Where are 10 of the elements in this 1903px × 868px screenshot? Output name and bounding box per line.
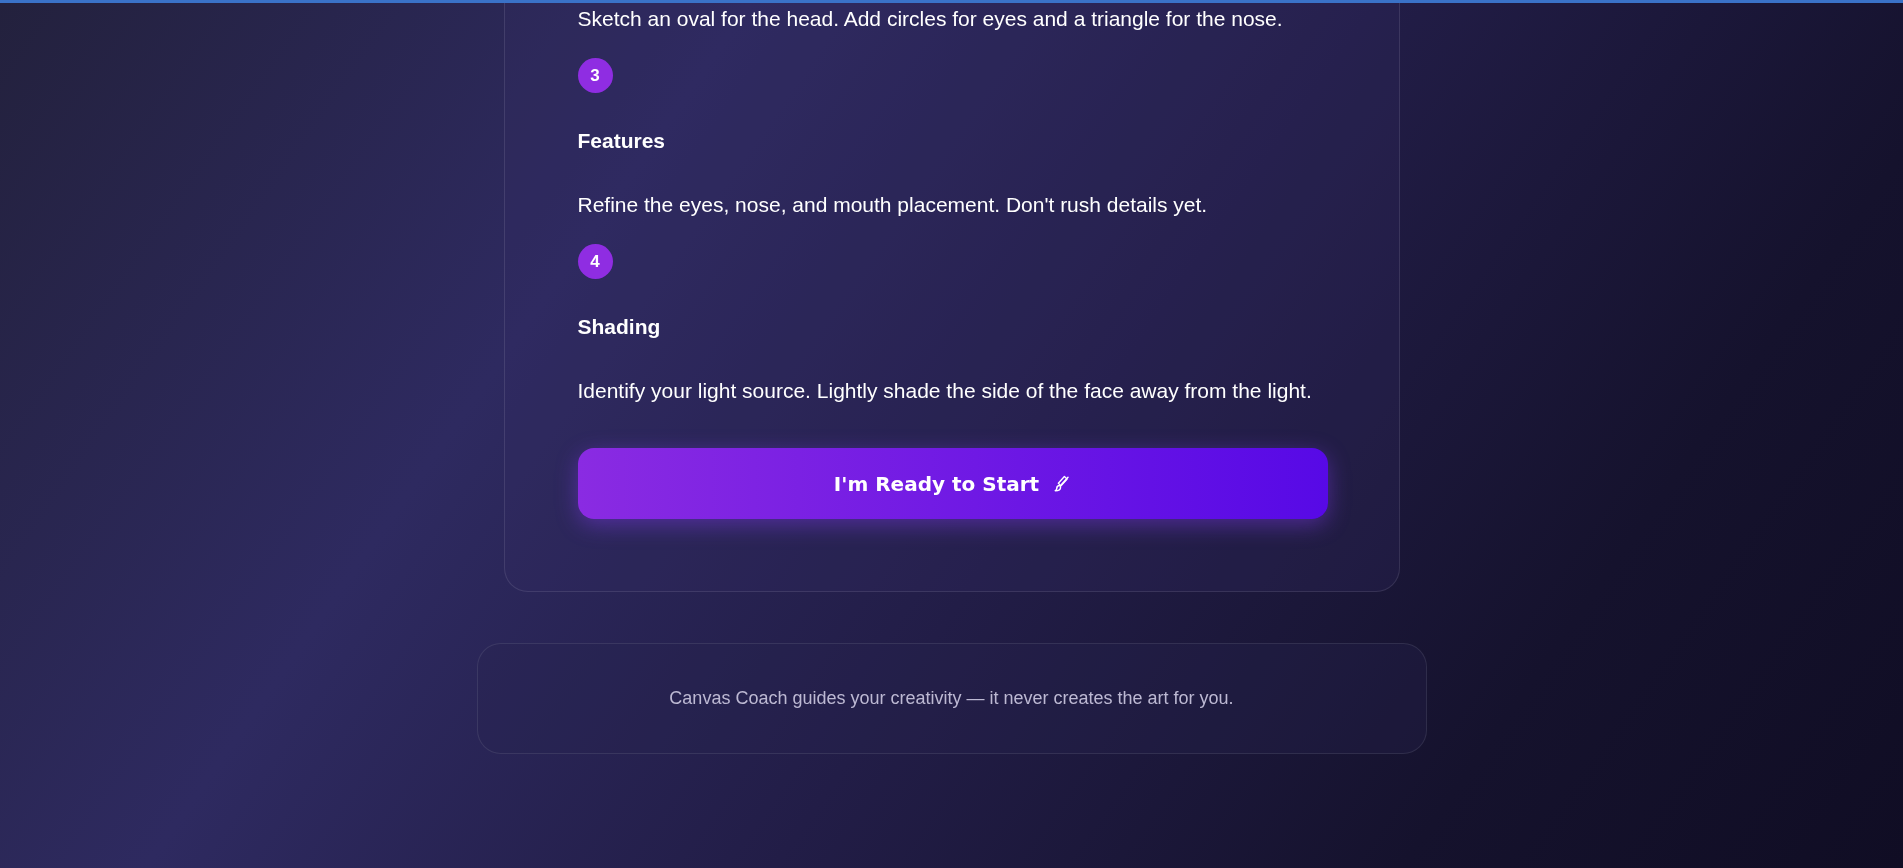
paintbrush-icon bbox=[1053, 474, 1072, 493]
step-description: Identify your light source. Lightly shade the side of the face away from the light. bbox=[577, 378, 1313, 404]
footer-note: Canvas Coach guides your creativity — it never creates the art for you. bbox=[669, 688, 1234, 709]
start-button[interactable]: I'm Ready to Start bbox=[577, 448, 1328, 519]
step-title: Shading bbox=[577, 314, 661, 340]
step-description: Refine the eyes, nose, and mouth placement. Don't rush details yet. bbox=[577, 192, 1209, 218]
step-title: Features bbox=[577, 128, 666, 154]
step-number-badge: 4 bbox=[577, 244, 613, 279]
step-description: Sketch an oval for the head. Add circles for eyes and a triangle for the nose. bbox=[577, 6, 1284, 32]
step-number-badge: 3 bbox=[577, 58, 613, 93]
